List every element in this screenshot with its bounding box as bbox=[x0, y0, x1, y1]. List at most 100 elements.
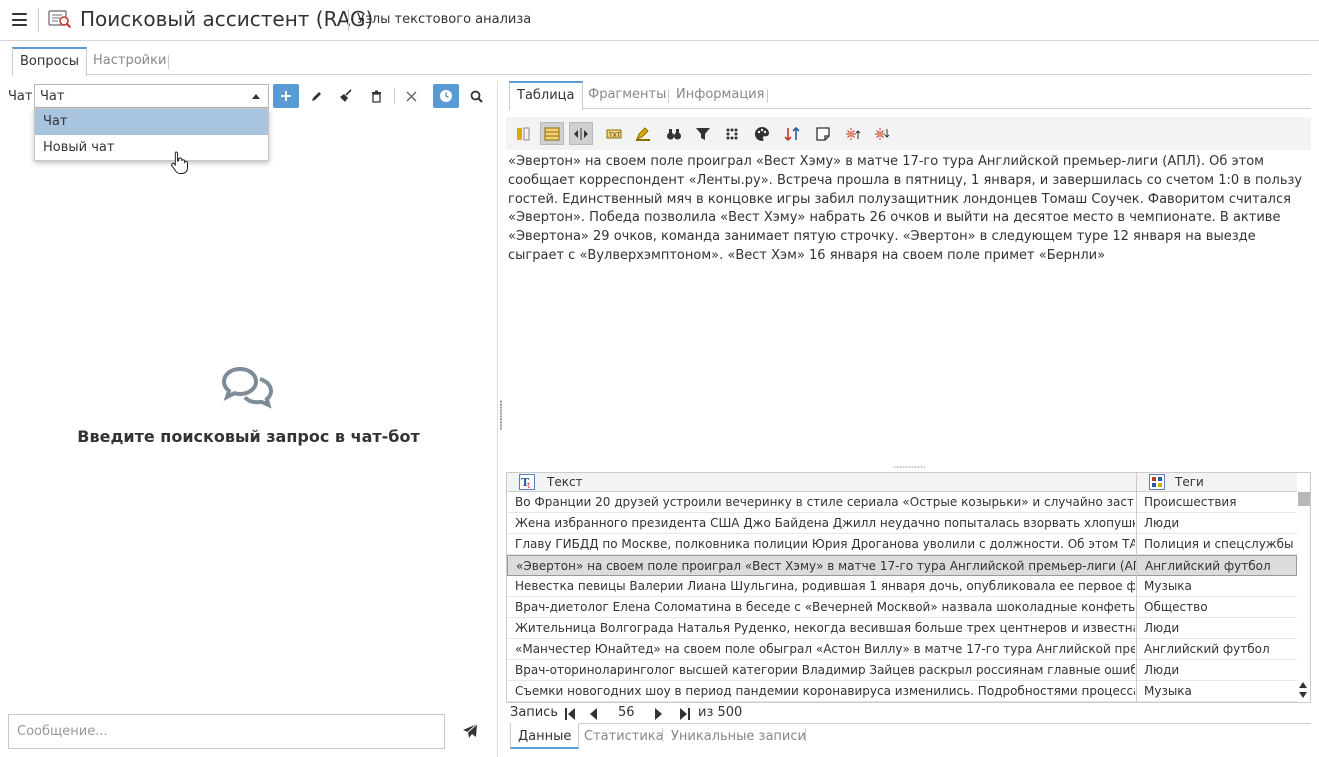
dropdown-option-chat[interactable]: Чат bbox=[35, 109, 268, 135]
chat-select[interactable]: Чат bbox=[34, 84, 269, 108]
tab-table[interactable]: Таблица bbox=[509, 81, 583, 110]
add-chat-button[interactable] bbox=[273, 84, 299, 108]
table-row[interactable]: Врач-диетолог Елена Соломатина в беседе … bbox=[507, 597, 1297, 618]
tab-settings[interactable]: Настройки bbox=[85, 47, 174, 75]
tab-divider bbox=[767, 89, 768, 103]
filter-icon[interactable] bbox=[691, 122, 715, 145]
chat-bubbles-icon bbox=[220, 365, 276, 409]
cell-tag[interactable]: Происшествия bbox=[1144, 492, 1294, 512]
chat-dropdown: Чат Новый чат bbox=[34, 108, 269, 161]
pager-current[interactable]: 56 bbox=[618, 705, 654, 720]
cell-tag[interactable]: Люди bbox=[1144, 660, 1294, 680]
cell-text[interactable]: «Манчестер Юнайтед» на своем поле обыгра… bbox=[515, 639, 1135, 659]
palette-icon[interactable] bbox=[750, 122, 774, 145]
scroll-up-icon[interactable] bbox=[1299, 682, 1307, 688]
last-record-icon[interactable] bbox=[680, 708, 690, 720]
cell-text[interactable]: Жена избранного президента США Джо Байде… bbox=[515, 513, 1135, 533]
cell-tag[interactable]: Общество bbox=[1144, 597, 1294, 617]
splitter-grip-vertical[interactable] bbox=[500, 400, 502, 430]
edit-chat-button[interactable] bbox=[303, 84, 329, 108]
tab-fragments-label: Фрагменты bbox=[588, 87, 667, 102]
cell-text[interactable]: Врач-диетолог Елена Соломатина в беседе … bbox=[515, 597, 1135, 617]
close-button[interactable] bbox=[398, 84, 424, 108]
scroll-down-icon[interactable] bbox=[1299, 692, 1307, 698]
column-header-text[interactable]: Текст bbox=[547, 473, 583, 492]
app-header: Поисковый ассистент (RAG) Узлы текстовог… bbox=[0, 0, 1319, 41]
table-view-icon[interactable] bbox=[540, 122, 564, 145]
column-header-tags[interactable]: Теги bbox=[1175, 473, 1204, 492]
cell-text[interactable]: Невестка певицы Валерии Лиана Шульгина, … bbox=[515, 576, 1135, 596]
table-row[interactable]: «Манчестер Юнайтед» на своем поле обыгра… bbox=[507, 639, 1297, 660]
tab-statistics[interactable]: Статистика bbox=[576, 723, 672, 751]
svg-text:TXT: TXT bbox=[608, 132, 621, 139]
table-row[interactable]: Во Франции 20 друзей устроили вечеринку … bbox=[507, 492, 1297, 513]
tab-data-label: Данные bbox=[518, 729, 572, 744]
cell-text[interactable]: Жительница Волгограда Наталья Руденко, н… bbox=[515, 618, 1135, 638]
search-button[interactable] bbox=[463, 84, 489, 108]
table-row[interactable]: Съемки новогодних шоу в период пандемии … bbox=[507, 681, 1297, 702]
clear-chat-button[interactable] bbox=[333, 84, 359, 108]
panel-splitter[interactable] bbox=[497, 81, 498, 757]
send-button[interactable] bbox=[461, 722, 479, 740]
tab-questions[interactable]: Вопросы bbox=[12, 47, 87, 76]
main-tabbar: Вопросы Настройки bbox=[12, 47, 1311, 76]
resize-columns-icon[interactable] bbox=[569, 122, 593, 145]
grid-scrollbar[interactable] bbox=[1297, 492, 1310, 702]
tags-type-icon bbox=[1149, 474, 1165, 493]
column-divider[interactable] bbox=[1136, 473, 1137, 702]
cell-text[interactable]: «Эвертон» на своем поле проиграл «Вест Х… bbox=[516, 556, 1136, 576]
cell-text[interactable]: Съемки новогодних шоу в период пандемии … bbox=[515, 681, 1135, 701]
table-row[interactable]: Невестка певицы Валерии Лиана Шульгина, … bbox=[507, 576, 1297, 597]
sort-icon[interactable] bbox=[780, 122, 804, 145]
table-row[interactable]: Жительница Волгограда Наталья Руденко, н… bbox=[507, 618, 1297, 639]
app-subtitle: Узлы текстового анализа bbox=[357, 12, 532, 27]
table-row[interactable]: «Эвертон» на своем поле проиграл «Вест Х… bbox=[507, 555, 1297, 576]
prev-record-icon[interactable] bbox=[590, 708, 597, 720]
binoculars-icon[interactable] bbox=[662, 122, 686, 145]
close-icon bbox=[406, 91, 416, 101]
cell-tag[interactable]: Музыка bbox=[1144, 576, 1294, 596]
cell-text[interactable]: Врач-оториноларинголог высшей категории … bbox=[515, 660, 1135, 680]
broom-icon bbox=[340, 89, 352, 102]
history-button[interactable] bbox=[433, 84, 459, 108]
cell-tag[interactable]: Английский футбол bbox=[1144, 639, 1294, 659]
menu-icon[interactable] bbox=[12, 13, 27, 26]
table-row[interactable]: Главу ГИБДД по Москве, полковника полици… bbox=[507, 534, 1297, 555]
grid-dots-icon[interactable] bbox=[720, 122, 744, 145]
cell-tag[interactable]: Полиция и спецслужбы bbox=[1144, 534, 1294, 554]
pencil-icon bbox=[311, 91, 321, 101]
table-row[interactable]: Врач-оториноларинголог высшей категории … bbox=[507, 660, 1297, 681]
message-input[interactable] bbox=[8, 714, 445, 749]
cell-text[interactable]: Главу ГИБДД по Москве, полковника полици… bbox=[515, 534, 1135, 554]
cell-tag[interactable]: Люди bbox=[1144, 513, 1294, 533]
table-row[interactable]: Жена избранного президента США Джо Байде… bbox=[507, 513, 1297, 534]
tab-statistics-label: Статистика bbox=[584, 729, 664, 744]
cell-tag[interactable]: Музыка bbox=[1144, 681, 1294, 701]
header-divider bbox=[38, 8, 39, 32]
next-record-icon[interactable] bbox=[655, 708, 662, 720]
delete-chat-button[interactable] bbox=[363, 84, 389, 108]
expand-up-icon[interactable] bbox=[841, 122, 865, 145]
trash-icon bbox=[371, 90, 381, 103]
toolbar-divider bbox=[394, 88, 395, 104]
empty-state-message: Введите поисковый запрос в чат-бот bbox=[77, 427, 420, 446]
cell-tag[interactable]: Английский футбол bbox=[1145, 556, 1295, 576]
text-field-icon[interactable]: TXT bbox=[602, 122, 626, 145]
note-icon[interactable] bbox=[811, 122, 835, 145]
cell-text[interactable]: Во Франции 20 друзей устроили вечеринку … bbox=[515, 492, 1135, 512]
expand-down-icon[interactable] bbox=[870, 122, 894, 145]
tab-fragments[interactable]: Фрагменты bbox=[580, 81, 674, 109]
chevron-up-icon bbox=[252, 94, 260, 99]
first-record-icon[interactable] bbox=[565, 708, 575, 720]
splitter-grip-horizontal[interactable] bbox=[893, 466, 925, 468]
columns-icon[interactable] bbox=[511, 122, 535, 145]
tab-unique-records[interactable]: Уникальные записи bbox=[663, 723, 814, 751]
scrollbar-thumb[interactable] bbox=[1298, 492, 1310, 506]
tab-data[interactable]: Данные bbox=[510, 723, 580, 749]
edit-text-icon[interactable] bbox=[631, 122, 655, 145]
dropdown-option-new-chat[interactable]: Новый чат bbox=[35, 135, 268, 161]
search-icon bbox=[470, 90, 483, 103]
cell-tag[interactable]: Люди bbox=[1144, 618, 1294, 638]
tab-settings-label: Настройки bbox=[93, 53, 167, 68]
tab-info[interactable]: Информация bbox=[668, 81, 772, 109]
